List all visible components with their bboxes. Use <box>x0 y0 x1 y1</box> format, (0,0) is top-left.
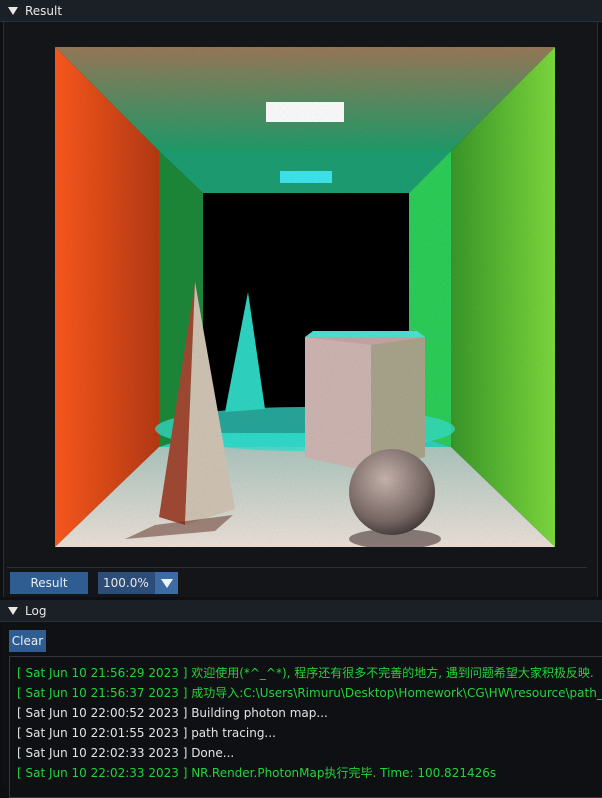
collapse-triangle-icon[interactable] <box>8 6 18 15</box>
log-entry: [ Sat Jun 10 21:56:37 2023 ] 成功导入:C:\Use… <box>17 686 602 700</box>
result-panel-title: Result <box>25 3 63 18</box>
chevron-down-icon <box>160 578 173 588</box>
clear-button[interactable]: Clear <box>9 630 46 652</box>
render-image <box>55 47 555 547</box>
log-entry: [ Sat Jun 10 22:01:55 2023 ] path tracin… <box>17 726 276 740</box>
collapse-triangle-icon[interactable] <box>8 606 18 615</box>
zoom-dropdown-button[interactable] <box>155 572 178 594</box>
toolbar-divider <box>7 567 587 568</box>
zoom-field[interactable]: 100.0% <box>98 572 155 594</box>
log-entry: [ Sat Jun 10 22:02:33 2023 ] Done... <box>17 746 235 760</box>
result-panel-header[interactable]: Result <box>0 0 602 22</box>
log-panel-title: Log <box>25 603 47 618</box>
log-entry: [ Sat Jun 10 22:00:52 2023 ] Building ph… <box>17 706 328 720</box>
log-panel-body: Clear [ Sat Jun 10 21:56:29 2023 ] 欢迎使用(… <box>3 622 602 798</box>
rendered-scene-image <box>55 47 555 547</box>
result-panel-body: Result 100.0% <box>3 22 598 597</box>
log-entry: [ Sat Jun 10 21:56:29 2023 ] 欢迎使用(*^_^*)… <box>17 666 594 680</box>
log-entry: [ Sat Jun 10 22:02:33 2023 ] NR.Render.P… <box>17 766 497 780</box>
log-list[interactable]: [ Sat Jun 10 21:56:29 2023 ] 欢迎使用(*^_^*)… <box>9 656 602 798</box>
log-panel-header[interactable]: Log <box>0 600 602 622</box>
result-button[interactable]: Result <box>10 572 88 594</box>
